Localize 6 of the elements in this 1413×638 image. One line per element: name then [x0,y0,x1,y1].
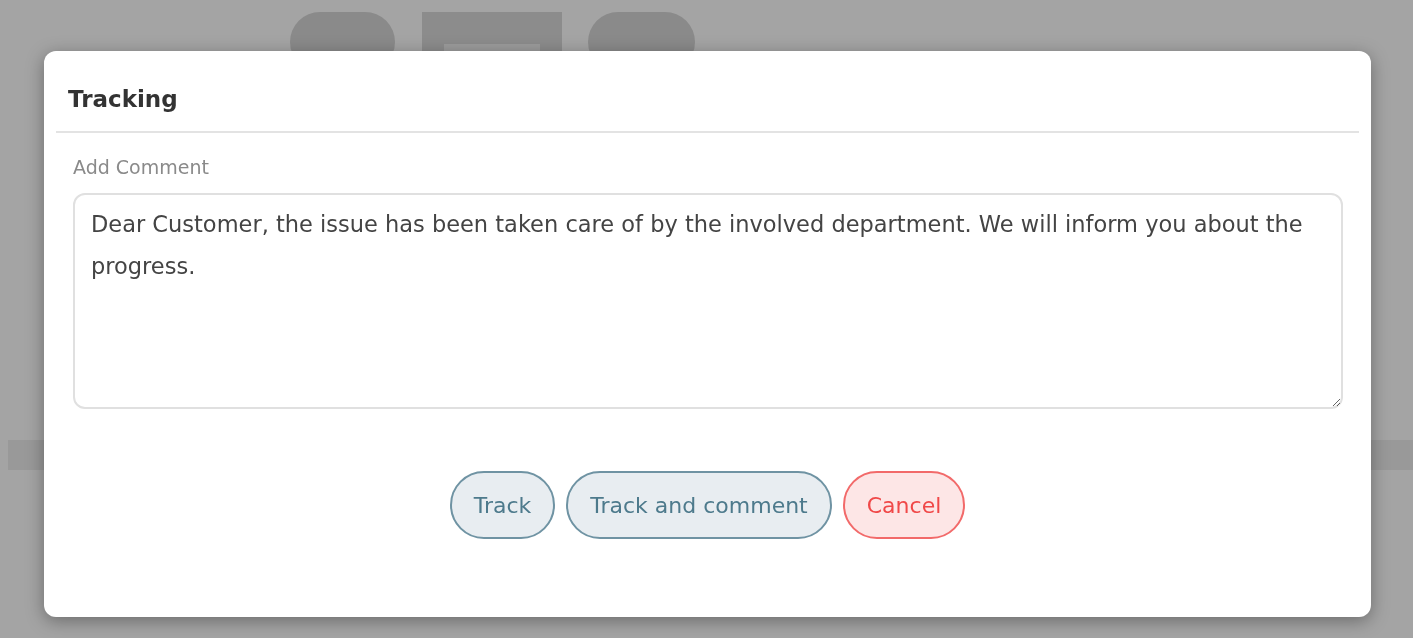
track-button[interactable]: Track [449,471,556,539]
comment-label: Add Comment [73,155,210,180]
cancel-button[interactable]: Cancel [842,471,966,539]
track-button[interactable]: Track and comment [566,471,832,539]
comment-field[interactable]: Dear Customer, the issue has been taken care of by the involved department. We will inform you about the progress. [73,193,1343,409]
dialog-title: Tracking [68,85,179,114]
